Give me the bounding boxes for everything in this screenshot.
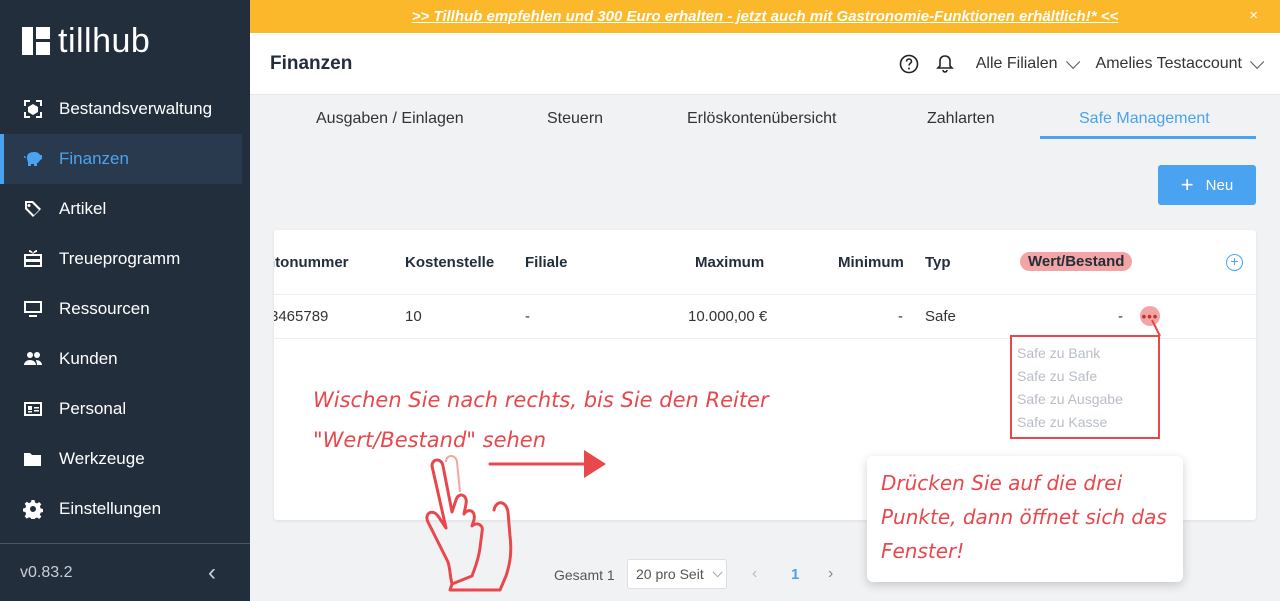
menu-item-safe-zu-ausgabe[interactable]: Safe zu Ausgabe	[1017, 391, 1153, 414]
collapse-sidebar-icon[interactable]: ‹	[208, 559, 216, 587]
new-button-label: Neu	[1205, 176, 1234, 194]
sidebar-item-treueprogramm[interactable]: Treueprogramm	[0, 234, 242, 284]
header-divider	[274, 294, 1256, 295]
sidebar-item-label: Treueprogramm	[59, 249, 181, 268]
tillhub-logo-icon	[22, 27, 50, 55]
version-label: v0.83.2	[20, 563, 73, 581]
row-actions-menu: Safe zu Bank Safe zu Safe Safe zu Ausgab…	[1010, 335, 1160, 439]
gear-icon	[22, 498, 44, 520]
account-select[interactable]: Amelies Testaccount	[1095, 54, 1265, 73]
bell-icon[interactable]	[934, 53, 956, 75]
cell-typ: Safe	[925, 308, 956, 325]
promo-banner: >> Tillhub empfehlen und 300 Euro erhalt…	[250, 0, 1280, 33]
page-size-value: 20 pro Seit	[636, 566, 704, 582]
sidebar-item-label: Kunden	[59, 349, 118, 368]
sidebar-item-label: Finanzen	[59, 149, 129, 168]
popup-connector	[1151, 319, 1161, 337]
tab-zahlarten[interactable]: Zahlarten	[927, 110, 995, 128]
menu-item-safe-zu-kasse[interactable]: Safe zu Kasse	[1017, 414, 1153, 437]
gift-card-icon	[22, 248, 44, 270]
wert-bestand-highlight: Wert/Bestand	[1020, 252, 1133, 271]
new-button[interactable]: + Neu	[1158, 165, 1256, 205]
help-icon[interactable]	[898, 53, 920, 75]
sidebar-item-finanzen[interactable]: Finanzen	[0, 134, 242, 184]
sidebar-item-kunden[interactable]: Kunden	[0, 334, 242, 384]
sidebar-item-einstellungen[interactable]: Einstellungen	[0, 484, 242, 534]
sidebar-item-ressourcen[interactable]: Ressourcen	[0, 284, 242, 334]
pagination-total: Gesamt 1	[554, 567, 615, 583]
sidebar-item-label: Personal	[59, 399, 127, 418]
cell-maximum: 10.000,00 €	[688, 308, 768, 325]
sidebar-item-personal[interactable]: Personal	[0, 384, 242, 434]
page-number-current[interactable]: 1	[791, 566, 799, 583]
tab-ausgaben-einlagen[interactable]: Ausgaben / Einlagen	[316, 110, 464, 128]
logo-text: tillhub	[58, 22, 151, 60]
chevron-down-icon	[1250, 54, 1265, 69]
inventory-scan-icon	[22, 98, 44, 120]
sidebar-item-label: Ressourcen	[59, 299, 150, 318]
next-page-button[interactable]: ›	[828, 565, 833, 583]
branch-select-value: Alle Filialen	[975, 54, 1058, 72]
monitor-icon	[22, 298, 44, 320]
tab-safe-management[interactable]: Safe Management	[1079, 110, 1210, 128]
sidebar-item-label: Werkzeuge	[59, 449, 145, 468]
sidebar-item-werkzeuge[interactable]: Werkzeuge	[0, 434, 242, 484]
sidebar-footer: v0.83.2 ‹	[0, 543, 250, 601]
folders-icon	[22, 448, 44, 470]
branch-select[interactable]: Alle Filialen	[975, 54, 1080, 73]
cell-minimum: -	[898, 308, 903, 325]
cell-wert-bestand: -	[1118, 308, 1123, 325]
prev-page-button[interactable]: ‹	[752, 565, 757, 583]
people-icon	[22, 348, 44, 370]
column-header-kontonummer[interactable]: ntonummer	[274, 254, 349, 271]
tag-icon	[22, 198, 44, 220]
callout-line: Drücken Sie auf die drei	[881, 471, 1123, 495]
plus-icon: +	[1180, 172, 1194, 197]
cell-kostenstelle: 10	[405, 308, 422, 325]
close-icon[interactable]: ×	[1249, 7, 1258, 24]
column-header-filiale[interactable]: Filiale	[525, 254, 568, 271]
sidebar-nav: Bestandsverwaltung Finanzen Artikel Treu…	[0, 84, 250, 534]
cell-filiale: -	[525, 308, 530, 325]
sidebar: tillhub Bestandsverwaltung Finanzen Arti…	[0, 0, 250, 601]
logo[interactable]: tillhub	[22, 24, 150, 58]
active-tab-indicator	[1040, 136, 1256, 139]
chevron-down-icon	[712, 566, 723, 577]
callout-line: Punkte, dann öffnet sich das	[881, 505, 1167, 529]
sidebar-item-label: Einstellungen	[59, 499, 162, 518]
sidebar-item-label: Bestandsverwaltung	[59, 99, 213, 118]
chevron-down-icon	[1065, 54, 1080, 69]
page-title: Finanzen	[270, 52, 353, 74]
cell-kontonummer: 3465789	[274, 308, 329, 325]
sidebar-item-bestandsverwaltung[interactable]: Bestandsverwaltung	[0, 84, 242, 134]
id-card-icon	[22, 398, 44, 420]
account-select-value: Amelies Testaccount	[1095, 54, 1242, 72]
column-header-wert-bestand[interactable]: Wert/Bestand	[1020, 252, 1133, 271]
piggy-bank-icon	[22, 148, 44, 170]
header-actions: Alle Filialen Amelies Testaccount	[884, 53, 1265, 75]
column-header-kostenstelle[interactable]: Kostenstelle	[405, 254, 494, 271]
tab-erloeskontenuebersicht[interactable]: Erlöskontenübersicht	[687, 110, 836, 128]
swipe-annotation-line: Wischen Sie nach rechts, bis Sie den Rei…	[313, 388, 769, 412]
menu-item-safe-zu-bank[interactable]: Safe zu Bank	[1017, 345, 1153, 368]
menu-item-safe-zu-safe[interactable]: Safe zu Safe	[1017, 368, 1153, 391]
finance-tabs: Ausgaben / Einlagen Steuern Erlöskontenü…	[250, 96, 1280, 140]
pagination: Gesamt 1 20 pro Seit ‹ 1 ›	[250, 548, 1280, 601]
add-column-icon[interactable]: +	[1226, 254, 1243, 271]
column-header-minimum[interactable]: Minimum	[838, 254, 904, 271]
promo-banner-link[interactable]: >> Tillhub empfehlen und 300 Euro erhalt…	[412, 8, 1119, 25]
column-header-typ[interactable]: Typ	[925, 254, 951, 271]
page-header: Finanzen Alle Filialen Amelies Testaccou…	[250, 33, 1280, 95]
tab-steuern[interactable]: Steuern	[547, 110, 603, 128]
column-header-maximum[interactable]: Maximum	[695, 254, 764, 271]
page-size-select[interactable]: 20 pro Seit	[627, 559, 727, 589]
sidebar-item-label: Artikel	[59, 199, 107, 218]
sidebar-item-artikel[interactable]: Artikel	[0, 184, 242, 234]
